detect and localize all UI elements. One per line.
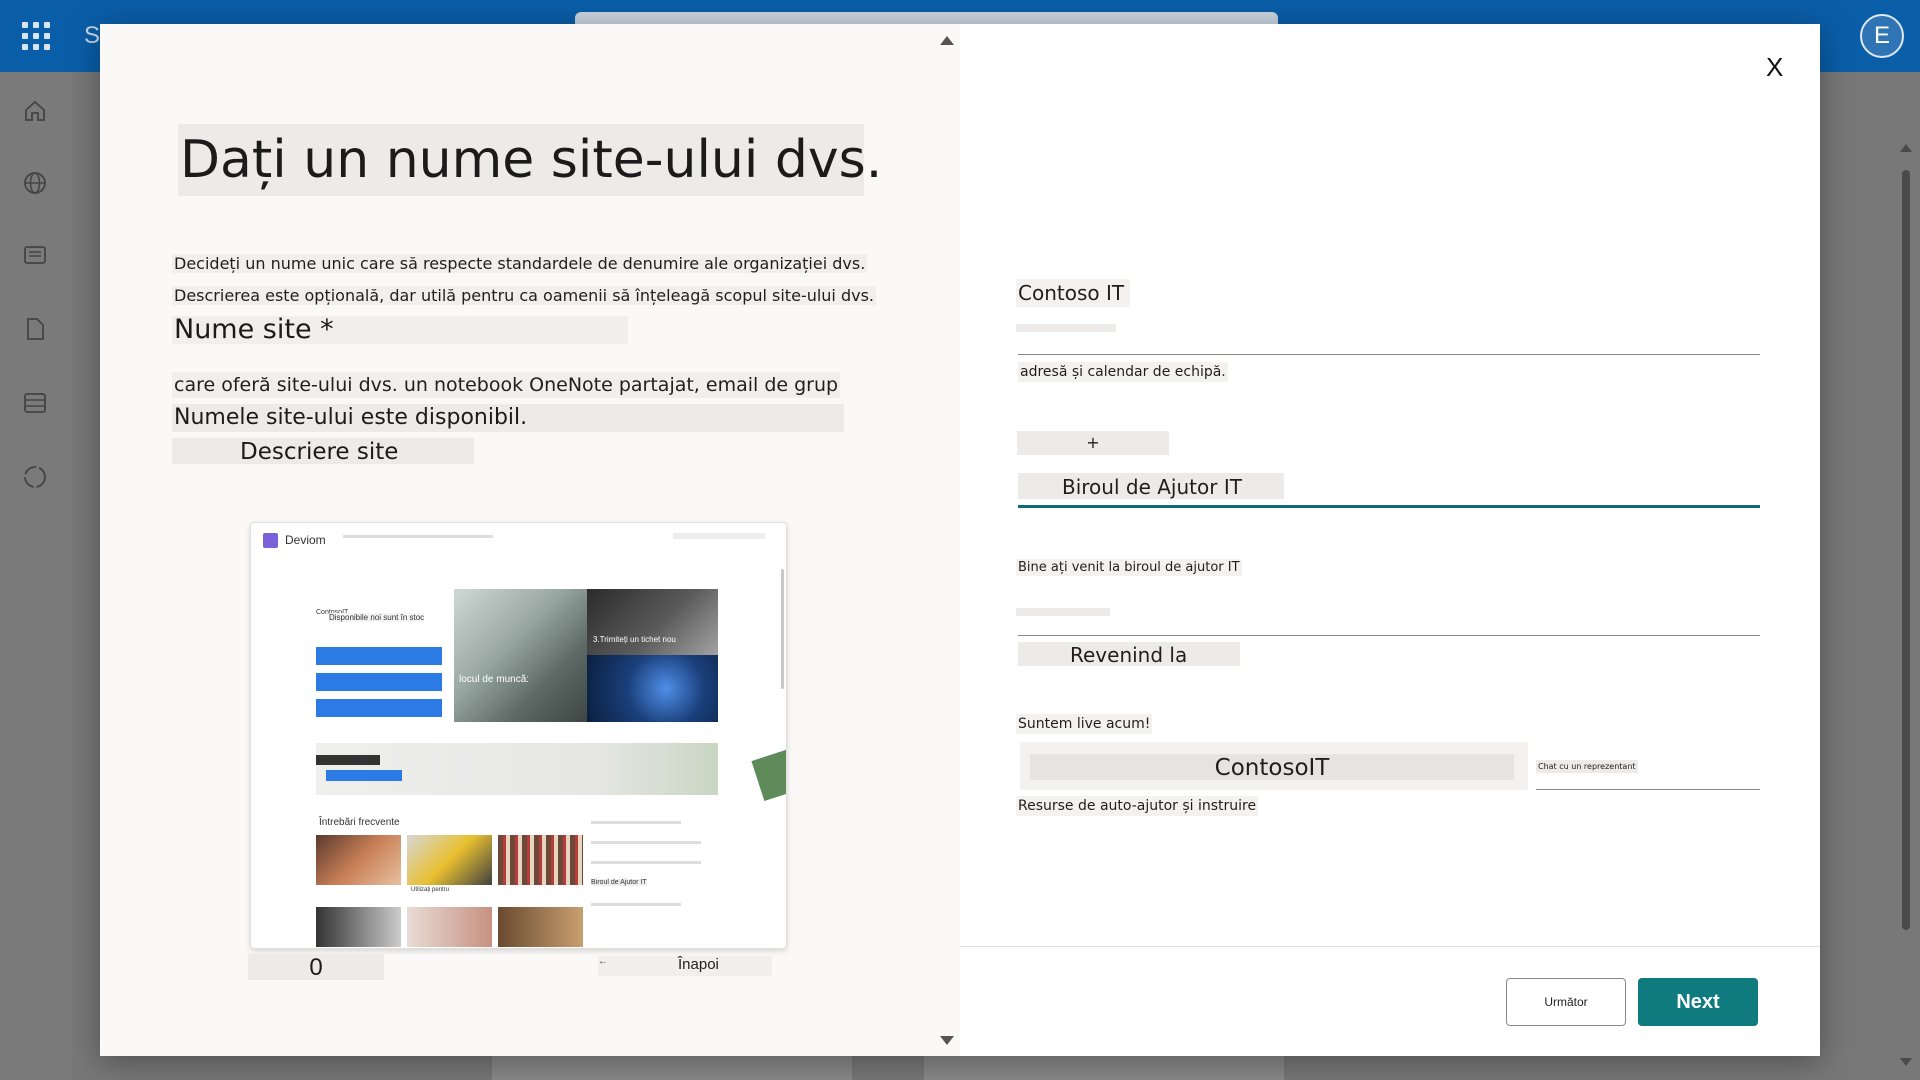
left-rail bbox=[0, 72, 72, 1080]
description-line-2: Descrierea este opțională, dar utilă pen… bbox=[172, 286, 876, 305]
chat-underline bbox=[1536, 789, 1760, 790]
preview-banner bbox=[316, 743, 718, 795]
preview-card-1 bbox=[316, 835, 401, 885]
scroll-up-icon[interactable] bbox=[940, 36, 954, 45]
helpdesk-input[interactable]: Biroul de Ajutor IT bbox=[1018, 473, 1284, 499]
return-field[interactable]: Revenind la bbox=[1018, 642, 1240, 667]
template-preview: Deviom ContosoIT Disponibile noi sunt în… bbox=[250, 522, 787, 949]
document-icon[interactable] bbox=[22, 316, 48, 342]
close-button[interactable]: X bbox=[1766, 52, 1783, 83]
preview-list-header: Biroul de Ajutor IT bbox=[591, 879, 647, 886]
preview-list-item bbox=[591, 841, 701, 844]
preview-list-item bbox=[591, 861, 701, 864]
back-label: Înapoi bbox=[678, 956, 719, 973]
next-secondary-button[interactable]: Următor bbox=[1506, 978, 1626, 1026]
globe-icon[interactable] bbox=[22, 170, 48, 196]
welcome-hint bbox=[1016, 608, 1110, 616]
welcome-text: Bine ați venit la biroul de ajutor IT bbox=[1016, 559, 1242, 576]
preview-card-caption: Utilizați pentru bbox=[411, 887, 450, 893]
preview-banner-tag bbox=[316, 755, 380, 765]
availability-text: Numele site-ului este disponibil. bbox=[172, 404, 844, 432]
preview-button-1 bbox=[316, 647, 442, 665]
add-button[interactable]: + bbox=[1017, 431, 1169, 455]
preview-banner-button bbox=[326, 770, 402, 781]
site-logo bbox=[263, 533, 278, 548]
scroll-up-arrow-icon[interactable] bbox=[1900, 144, 1912, 152]
resources-text: Resurse de auto-ajutor și instruire bbox=[1016, 796, 1259, 816]
preview-button-2 bbox=[316, 673, 442, 691]
preview-image-caption-1: locul de muncă: bbox=[459, 674, 530, 685]
preview-nav bbox=[343, 535, 493, 538]
preview-faq-title: Întrebări frecvente bbox=[319, 817, 400, 828]
site-description-text: adresă și calendar de echipă. bbox=[1018, 362, 1228, 382]
home-icon[interactable] bbox=[22, 98, 48, 124]
arrow-left-icon: ← bbox=[598, 956, 608, 967]
preview-chip-image bbox=[751, 736, 786, 802]
preview-image-caption-2: 3.Trimiteți un tichet nou bbox=[593, 635, 676, 644]
welcome-input-underline[interactable] bbox=[1018, 635, 1760, 636]
preview-card-5 bbox=[407, 907, 492, 947]
back-link[interactable]: ← Înapoi bbox=[598, 956, 772, 976]
create-site-dialog: Dați un nume site-ului dvs. Decideți un … bbox=[100, 24, 1820, 1056]
preview-list-header-bar bbox=[591, 821, 681, 824]
site-name-label: Nume site * bbox=[172, 316, 628, 344]
preview-tagline: Disponibile noi sunt în stoc bbox=[329, 613, 425, 622]
site-name-value: Contoso IT bbox=[1016, 279, 1131, 307]
scroll-down-arrow-icon[interactable] bbox=[1900, 1058, 1912, 1066]
scrollbar-thumb[interactable] bbox=[1902, 170, 1910, 930]
preview-card-2 bbox=[407, 835, 492, 885]
app-launcher-icon[interactable] bbox=[22, 22, 50, 50]
info-text: care oferă site-ului dvs. un notebook On… bbox=[172, 372, 841, 398]
scroll-down-icon[interactable] bbox=[940, 1036, 954, 1045]
preview-card-4 bbox=[316, 907, 401, 947]
site-description-label: Descriere site bbox=[172, 438, 474, 465]
preview-card-3 bbox=[498, 835, 583, 885]
preview-image-person bbox=[587, 589, 718, 655]
footer-divider bbox=[960, 946, 1820, 947]
dialog-title: Dați un nume site-ului dvs. bbox=[178, 124, 882, 196]
news-icon[interactable] bbox=[22, 242, 48, 268]
app-title: S bbox=[84, 22, 101, 49]
contoso-it-field[interactable]: ContosoIT bbox=[1030, 754, 1514, 781]
description-line-1: Decideți un nume unic care să respecte s… bbox=[172, 254, 868, 273]
page-indicator: 0 bbox=[248, 954, 384, 981]
circle-icon[interactable] bbox=[22, 464, 48, 490]
page-scrollbar[interactable] bbox=[1900, 140, 1912, 1070]
preview-site-name: Deviom bbox=[285, 533, 326, 547]
avatar[interactable]: E bbox=[1860, 14, 1904, 58]
helpdesk-input-underline bbox=[1018, 505, 1760, 508]
preview-list-item bbox=[591, 903, 681, 906]
chat-rep-link[interactable]: Chat cu un reprezentant bbox=[1536, 760, 1638, 773]
next-button[interactable]: Next bbox=[1638, 978, 1758, 1026]
site-name-input-underline[interactable] bbox=[1018, 354, 1760, 355]
preview-card-6 bbox=[498, 907, 583, 947]
preview-image-office bbox=[454, 589, 587, 722]
preview-scrollbar bbox=[781, 569, 784, 689]
site-name-hint bbox=[1016, 324, 1116, 332]
list-icon[interactable] bbox=[22, 390, 48, 416]
left-pane: Dați un nume site-ului dvs. Decideți un … bbox=[100, 24, 960, 1056]
live-status-text: Suntem live acum! bbox=[1016, 714, 1153, 734]
preview-header-action bbox=[673, 533, 765, 539]
preview-image-network bbox=[587, 655, 718, 722]
preview-button-3 bbox=[316, 699, 442, 717]
